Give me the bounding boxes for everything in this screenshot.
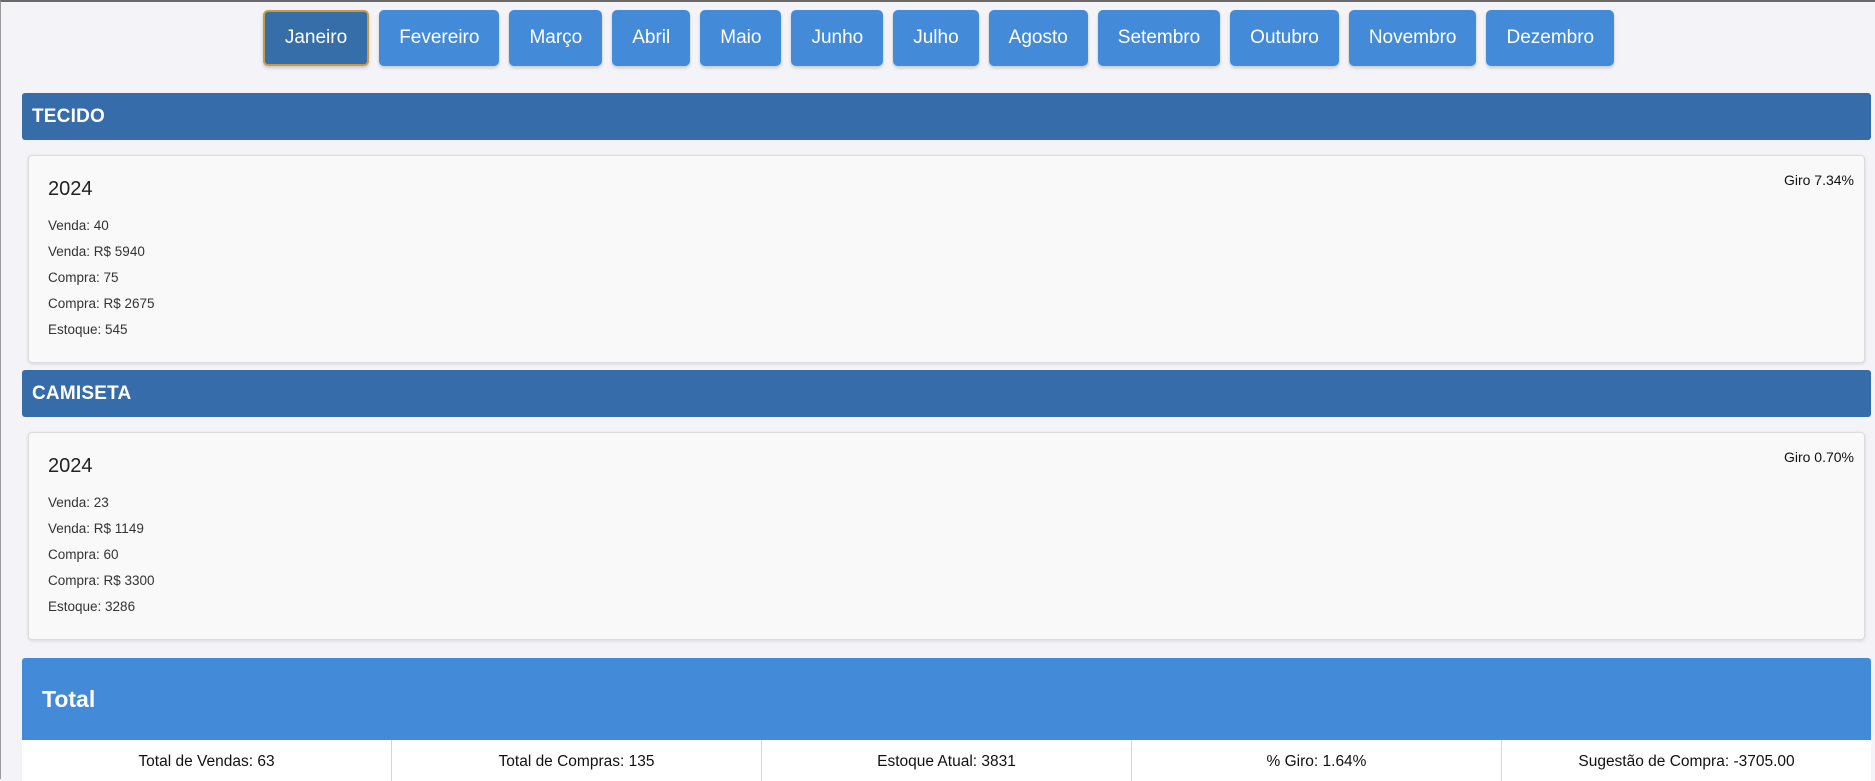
giro-percentage: Giro 7.34% bbox=[1783, 172, 1854, 188]
card-year: 2024 bbox=[48, 178, 93, 200]
stat-venda-value: Venda: R$ 5940 bbox=[48, 244, 145, 259]
month-button-outubro[interactable]: Outubro bbox=[1230, 10, 1339, 66]
section-header-camiseta: CAMISETA bbox=[22, 370, 1871, 417]
card-stats: Venda: 40 Venda: R$ 5940 Compra: 75 Comp… bbox=[48, 213, 155, 343]
month-button-agosto[interactable]: Agosto bbox=[988, 10, 1088, 66]
month-selector: Janeiro Fevereiro Março Abril Maio Junho… bbox=[1, 10, 1875, 66]
month-button-fevereiro[interactable]: Fevereiro bbox=[379, 10, 500, 66]
section-header-tecido: TECIDO bbox=[22, 93, 1871, 140]
giro-percentage: Giro 0.70% bbox=[1783, 449, 1854, 465]
total-vendas: Total de Vendas: 63 bbox=[22, 740, 392, 781]
stat-compra-value: Compra: R$ 2675 bbox=[48, 296, 155, 311]
card-stats: Venda: 23 Venda: R$ 1149 Compra: 60 Comp… bbox=[48, 490, 155, 620]
stat-compra-qty: Compra: 75 bbox=[48, 270, 119, 285]
month-button-junho[interactable]: Junho bbox=[791, 10, 884, 66]
month-button-marco[interactable]: Março bbox=[509, 10, 603, 66]
month-button-janeiro[interactable]: Janeiro bbox=[262, 10, 370, 66]
stat-compra-qty: Compra: 60 bbox=[48, 547, 119, 562]
estoque-atual: Estoque Atual: 3831 bbox=[762, 740, 1132, 781]
total-header: Total bbox=[22, 658, 1871, 740]
month-button-maio[interactable]: Maio bbox=[700, 10, 782, 66]
month-button-julho[interactable]: Julho bbox=[893, 10, 979, 66]
month-button-dezembro[interactable]: Dezembro bbox=[1486, 10, 1615, 66]
stat-estoque: Estoque: 545 bbox=[48, 322, 128, 337]
month-button-setembro[interactable]: Setembro bbox=[1097, 10, 1221, 66]
total-compras: Total de Compras: 135 bbox=[392, 740, 762, 781]
stat-estoque: Estoque: 3286 bbox=[48, 599, 136, 614]
stat-compra-value: Compra: R$ 3300 bbox=[48, 573, 155, 588]
stat-venda-qty: Venda: 23 bbox=[48, 495, 109, 510]
product-card-tecido: 2024 Giro 7.34% Venda: 40 Venda: R$ 5940… bbox=[28, 155, 1865, 363]
stat-venda-value: Venda: R$ 1149 bbox=[48, 521, 144, 536]
product-card-camiseta: 2024 Giro 0.70% Venda: 23 Venda: R$ 1149… bbox=[28, 432, 1865, 640]
month-button-novembro[interactable]: Novembro bbox=[1348, 10, 1477, 66]
percent-giro: % Giro: 1.64% bbox=[1132, 740, 1502, 781]
stat-venda-qty: Venda: 40 bbox=[48, 218, 109, 233]
card-year: 2024 bbox=[48, 455, 93, 477]
sugestao-compra: Sugestão de Compra: -3705.00 bbox=[1578, 753, 1795, 770]
month-button-abril[interactable]: Abril bbox=[612, 10, 691, 66]
total-summary-row: Total de Vendas: 63 Total de Compras: 13… bbox=[22, 740, 1871, 781]
